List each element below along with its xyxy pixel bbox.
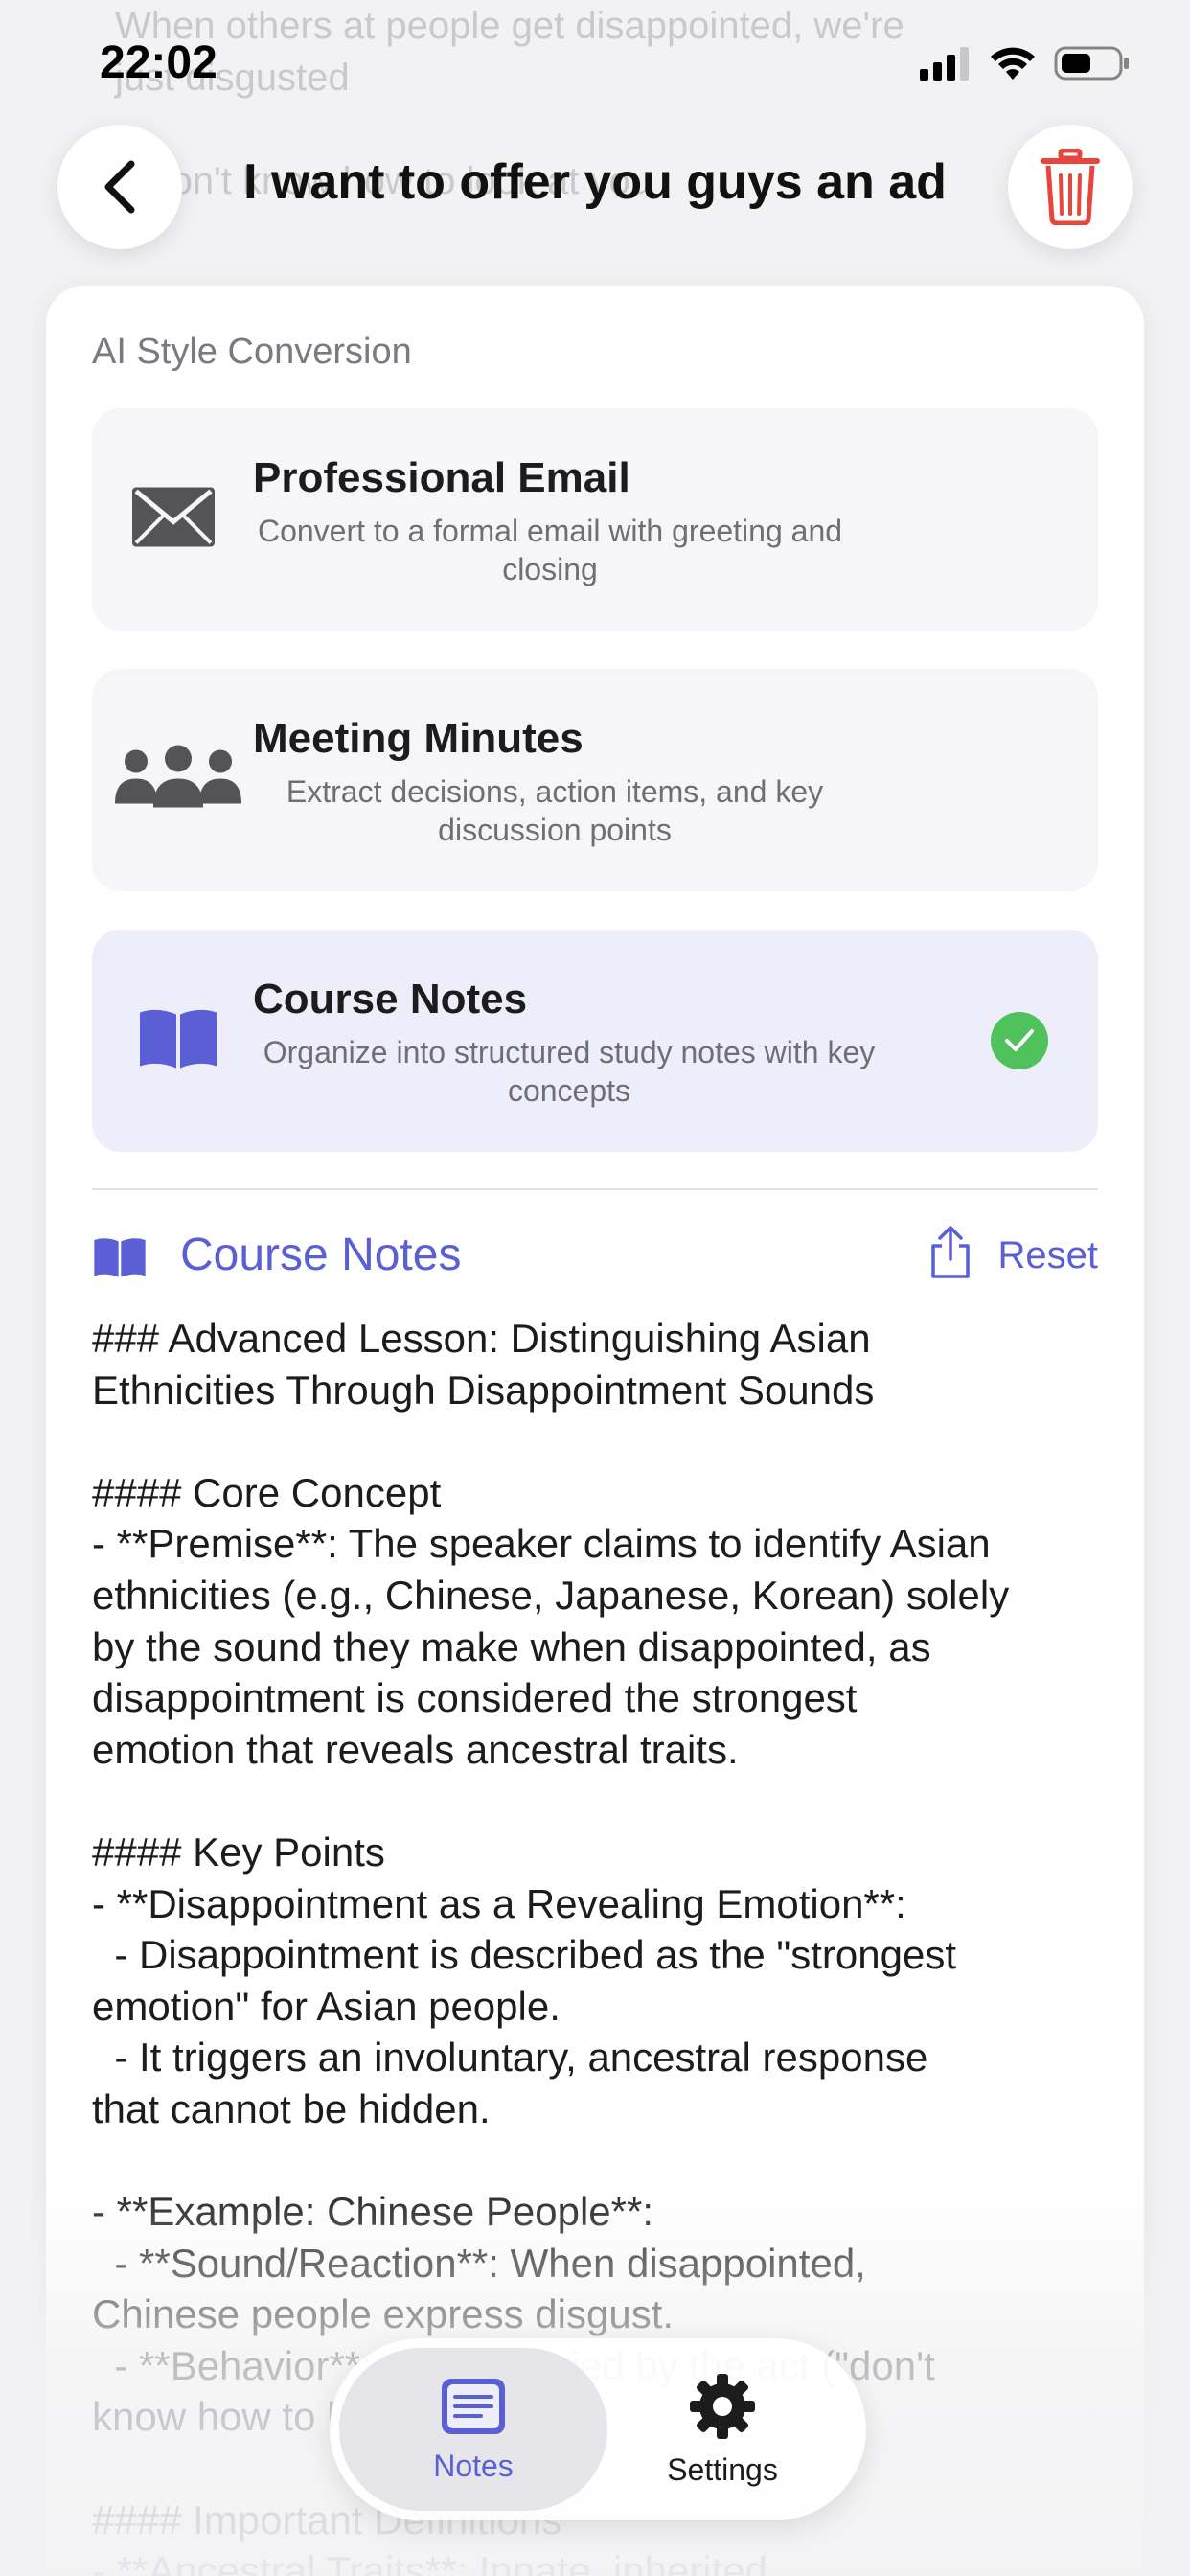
conversion-card: AI Style Conversion Professional Email C… xyxy=(46,286,1144,2576)
envelope-icon xyxy=(130,486,217,554)
selected-check-icon xyxy=(991,1012,1048,1070)
reset-button[interactable]: Reset xyxy=(998,1234,1099,1277)
share-button[interactable] xyxy=(927,1225,973,1285)
result-header: Course Notes Reset xyxy=(92,1225,1098,1292)
divider xyxy=(92,1188,1098,1190)
tab-notes[interactable]: Notes xyxy=(339,2348,607,2511)
option-description: Extract decisions, action items, and key… xyxy=(286,774,824,847)
book-icon xyxy=(138,1007,218,1075)
option-course-notes[interactable]: Course Notes Organize into structured st… xyxy=(92,930,1098,1152)
status-icons xyxy=(920,42,1131,84)
wifi-icon xyxy=(991,47,1035,80)
option-meeting-minutes[interactable]: Meeting Minutes Extract decisions, actio… xyxy=(92,669,1098,891)
book-icon xyxy=(94,1238,146,1277)
delete-button[interactable] xyxy=(1008,125,1133,249)
battery-icon xyxy=(1054,46,1129,80)
option-professional-email[interactable]: Professional Email Convert to a formal e… xyxy=(92,408,1098,631)
option-description: Organize into structured study notes wit… xyxy=(263,1035,876,1108)
result-title: Course Notes xyxy=(180,1230,462,1280)
option-description: Convert to a formal email with greeting … xyxy=(257,514,843,586)
page-title: I want to offer you guys an ad xyxy=(243,154,947,210)
gear-icon xyxy=(690,2373,755,2439)
option-title: Meeting Minutes xyxy=(253,715,584,762)
trash-icon xyxy=(1041,149,1100,225)
option-title: Course Notes xyxy=(253,976,528,1023)
tab-settings[interactable]: Settings xyxy=(588,2348,857,2511)
header: I want to offer you guys an ad xyxy=(0,125,1190,268)
chevron-left-icon xyxy=(104,160,135,214)
tab-label: Notes xyxy=(433,2448,514,2483)
tab-label: Settings xyxy=(667,2451,778,2487)
share-icon xyxy=(931,1226,970,1278)
status-time: 22:02 xyxy=(100,37,217,88)
screen: When others at people get disappointed, … xyxy=(0,0,1190,2576)
back-button[interactable] xyxy=(57,125,182,249)
option-title: Professional Email xyxy=(253,454,630,501)
cellular-signal-icon xyxy=(920,47,969,80)
notes-icon xyxy=(442,2378,505,2434)
tab-bar: Notes Settings xyxy=(330,2338,866,2520)
status-bar: 22:02 xyxy=(0,0,1190,125)
section-label: AI Style Conversion xyxy=(92,332,412,372)
people-icon xyxy=(113,745,243,816)
